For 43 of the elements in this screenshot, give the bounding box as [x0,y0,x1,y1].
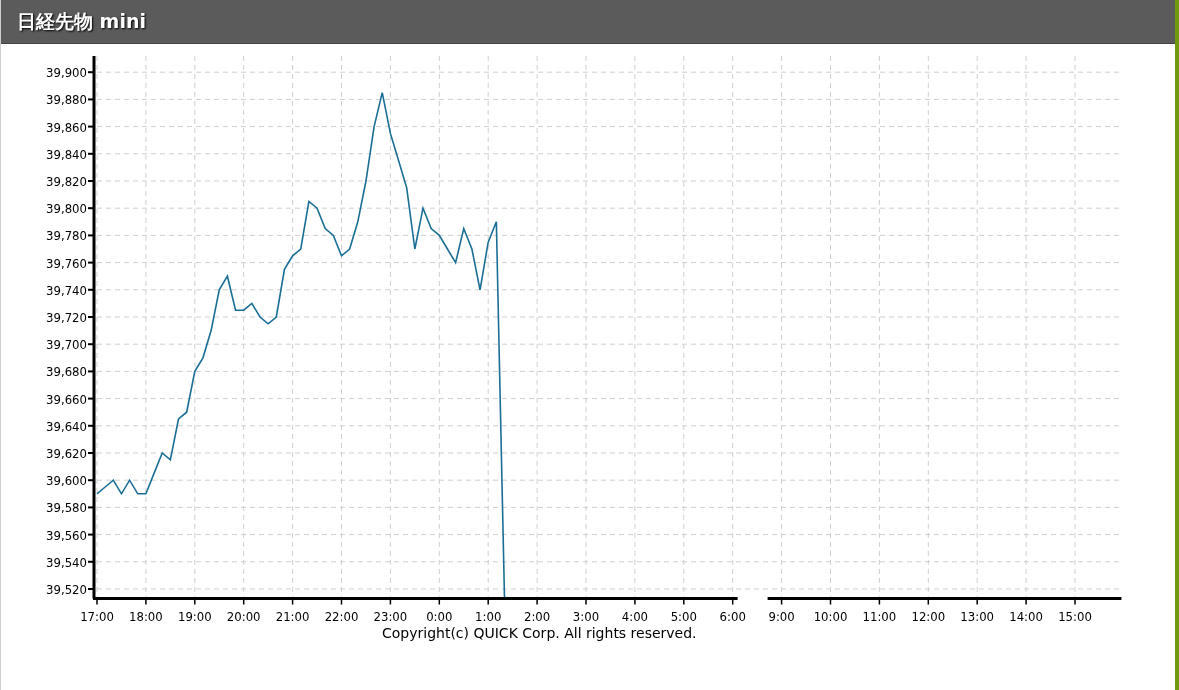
x-tick-label: 17:00 [80,608,114,624]
x-tick-label: 1:00 [475,608,502,624]
y-tick-label: 39,720 [46,310,87,325]
y-tick-label: 39,540 [46,554,87,570]
copyright-text: Copyright(c) QUICK Corp. All rights reserved. [382,625,697,641]
y-tick-label: 39,800 [46,201,87,217]
y-tick-label: 39,560 [46,527,87,543]
y-tick-label: 39,840 [46,146,87,162]
x-tick-label: 2:00 [523,608,551,624]
y-tick-label: 39,760 [46,255,87,271]
x-tick-label: 12:00 [911,608,946,624]
x-tick-label: 13:00 [960,608,995,624]
y-tick-label: 39,600 [46,473,87,489]
y-tick-label: 39,680 [46,364,87,380]
y-tick-label: 39,640 [46,418,87,434]
y-tick-label: 39,520 [46,582,87,597]
y-tick-label: 39,700 [46,337,87,353]
x-tick-label: 21:00 [275,608,310,624]
y-tick-label: 39,780 [46,228,87,244]
x-tick-label: 11:00 [862,608,897,624]
y-tick-label: 39,620 [46,446,87,461]
title-text: 日経先物 mini [17,8,146,34]
x-tick-label: 0:00 [426,608,453,624]
x-tick-label: 19:00 [177,608,212,624]
y-tick-label: 39,740 [46,282,87,298]
y-tick-label: 39,580 [46,500,87,516]
x-tick-label: 10:00 [813,608,848,624]
y-tick-label: 39,820 [46,174,87,189]
x-tick-label: 3:00 [572,608,600,624]
x-tick-label: 6:00 [719,608,746,624]
x-tick-label: 23:00 [373,608,408,624]
x-tick-label: 22:00 [324,608,359,624]
x-tick-label: 14:00 [1009,608,1043,624]
y-tick-label: 39,880 [46,92,87,108]
y-tick-label: 39,900 [46,65,87,81]
y-tick-label: 39,660 [46,391,87,407]
x-tick-label: 4:00 [621,608,649,624]
y-tick-label: 39,860 [46,119,87,135]
x-tick-label: 5:00 [670,608,697,624]
x-tick-label: 9:00 [768,608,795,624]
x-tick-label: 15:00 [1058,608,1092,624]
x-tick-label: 18:00 [129,608,163,624]
x-tick-label: 20:00 [226,608,261,624]
